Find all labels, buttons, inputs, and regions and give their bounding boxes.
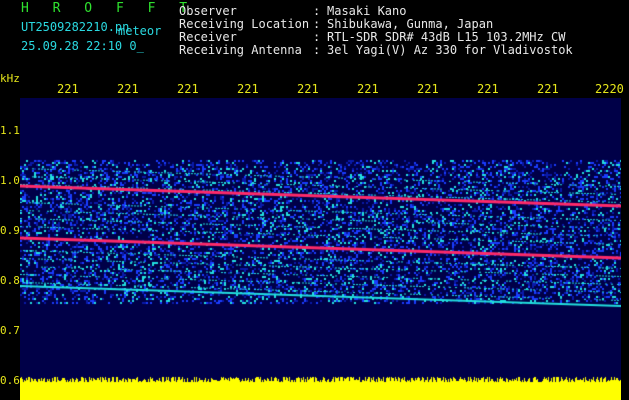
y-tick: 0.9 bbox=[0, 224, 20, 237]
x-tick: 221 bbox=[57, 82, 79, 96]
y-tick: 1.1 bbox=[0, 124, 20, 137]
y-tick: 0.7 bbox=[0, 324, 20, 337]
x-tick: 221 bbox=[477, 82, 499, 96]
metadata-values: Masaki Kano Shibukawa, Gunma, Japan RTL-… bbox=[327, 5, 573, 57]
file-suffix: meteor bbox=[118, 24, 162, 38]
antenna-value: 3el Yagi(V) Az 330 for Vladivostok bbox=[327, 43, 573, 57]
metadata-colons: :::: bbox=[313, 4, 321, 57]
y-tick: 0.6 bbox=[0, 374, 20, 387]
x-tick: 221 bbox=[357, 82, 379, 96]
metadata-labels: Observer Receiving Location Receiver Rec… bbox=[179, 5, 309, 57]
x-tick: 221 bbox=[417, 82, 439, 96]
x-tick: 221 bbox=[177, 82, 199, 96]
x-tick: 221 bbox=[537, 82, 559, 96]
spectrogram-plot bbox=[20, 98, 621, 400]
y-axis-unit: kHz bbox=[0, 72, 20, 85]
y-tick: 1.0 bbox=[0, 174, 20, 187]
spectrogram-canvas bbox=[20, 98, 621, 400]
x-tick: 2220 bbox=[595, 82, 624, 96]
app-title: H R O F F T bbox=[21, 1, 196, 16]
antenna-label: Receiving Antenna bbox=[179, 43, 302, 57]
y-tick: 0.8 bbox=[0, 274, 20, 287]
file-name: UT2509282210.pn bbox=[21, 20, 130, 34]
file-date: 25.09.28 22:10 0_ bbox=[21, 39, 144, 53]
x-tick: 221 bbox=[237, 82, 259, 96]
x-tick: 221 bbox=[117, 82, 139, 96]
x-tick: 221 bbox=[297, 82, 319, 96]
